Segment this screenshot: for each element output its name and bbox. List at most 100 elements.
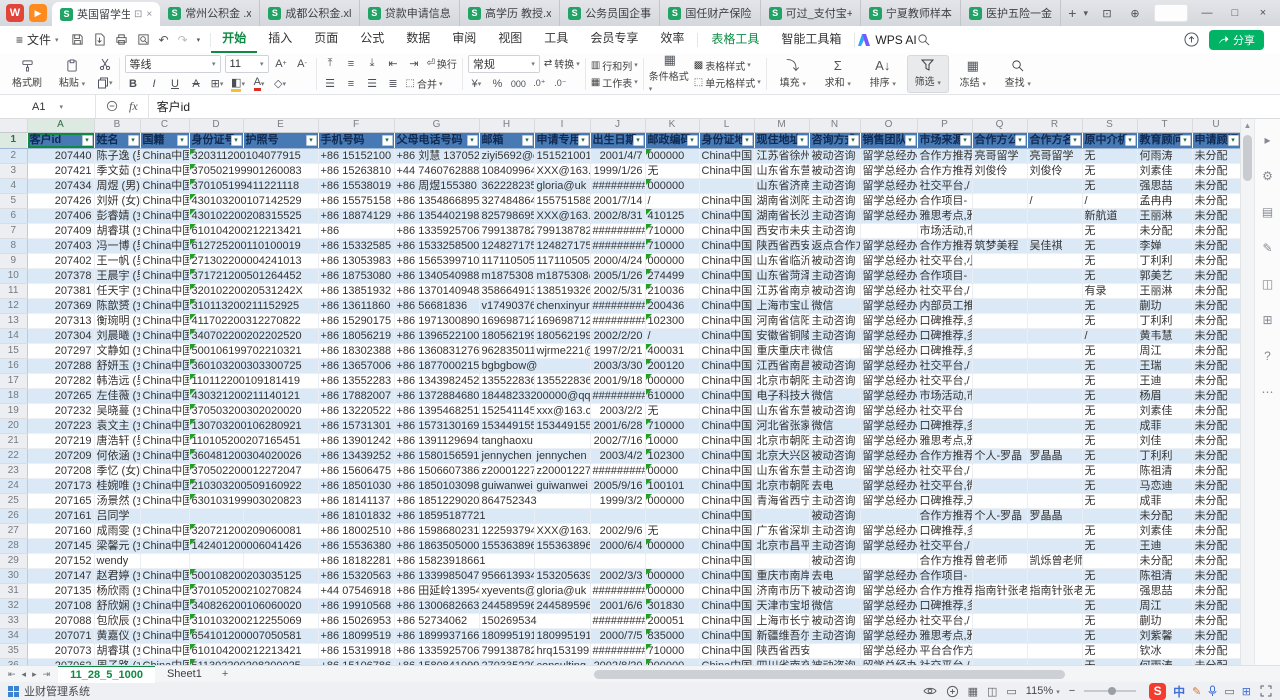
cell[interactable]: m1875308@ bbox=[479, 268, 534, 283]
menu-tab-会员专享[interactable]: 会员专享 bbox=[579, 26, 649, 53]
document-tab[interactable]: S常州公积金 .xlsx bbox=[160, 0, 260, 26]
sheet-tab-11_28_5_1000[interactable]: 11_28_5_1000 bbox=[58, 666, 155, 683]
cell[interactable]: 无 bbox=[645, 523, 699, 538]
cell[interactable]: 被动咨询 bbox=[809, 448, 860, 463]
cell[interactable]: 杨欣雨 (女 bbox=[94, 583, 140, 598]
cell[interactable]: +86 19910568 bbox=[318, 598, 394, 613]
row-number-17[interactable]: 17 bbox=[0, 373, 27, 388]
cell[interactable]: 社交平台,/ bbox=[917, 178, 972, 193]
cell[interactable]: 320311200104077915 bbox=[189, 148, 318, 163]
cell[interactable]: 未分配 bbox=[1192, 148, 1240, 163]
cell[interactable]: +86 1863505000 bbox=[394, 538, 479, 553]
cell[interactable]: 无 bbox=[1082, 463, 1137, 478]
cell[interactable]: 未分配 bbox=[1192, 208, 1240, 223]
cell[interactable]: China中国 bbox=[140, 178, 189, 193]
cell[interactable]: 130703200106280921 bbox=[189, 418, 318, 433]
cell[interactable]: 王一帆 (男 bbox=[94, 253, 140, 268]
row-number-1[interactable]: 1 bbox=[0, 132, 27, 148]
cell[interactable]: 2000/7/5 bbox=[590, 628, 645, 643]
cell[interactable]: 未分配 bbox=[1192, 178, 1240, 193]
cell[interactable]: XXX@163.c bbox=[534, 163, 590, 178]
cell[interactable]: 王瑞 bbox=[1137, 358, 1192, 373]
cell[interactable]: China中国 bbox=[140, 343, 189, 358]
cell[interactable]: China中国 bbox=[699, 658, 754, 665]
filter-dropdown-icon[interactable]: ▾ bbox=[1015, 135, 1026, 146]
cell[interactable]: 207440 bbox=[27, 148, 94, 163]
cell[interactable]: 留学总经办 bbox=[860, 328, 917, 343]
cell[interactable] bbox=[972, 358, 1027, 373]
cell[interactable]: 612725200110100019 bbox=[189, 238, 318, 253]
cell[interactable]: +86 18501030 bbox=[318, 478, 394, 493]
cell[interactable]: China中国 bbox=[140, 538, 189, 553]
document-tab[interactable]: S公务员国企事业单… bbox=[560, 0, 660, 26]
cell[interactable]: 207173 bbox=[27, 478, 94, 493]
cell[interactable]: 未分配 bbox=[1192, 418, 1240, 433]
cell[interactable]: +86 1565399710 bbox=[394, 253, 479, 268]
cell[interactable]: 未分配 bbox=[1137, 508, 1192, 523]
menu-tab-公式[interactable]: 公式 bbox=[349, 26, 395, 53]
cell[interactable] bbox=[1027, 433, 1082, 448]
cell[interactable]: 社交平台,/ bbox=[917, 463, 972, 478]
cell[interactable]: z20001227 bbox=[479, 463, 534, 478]
cell[interactable]: 主动咨询 bbox=[809, 193, 860, 208]
cell[interactable]: China中国 bbox=[140, 193, 189, 208]
cell[interactable] bbox=[972, 538, 1027, 553]
cell[interactable]: 刘晨曦 (女 bbox=[94, 328, 140, 343]
row-number-23[interactable]: 23 bbox=[0, 463, 27, 478]
cell[interactable] bbox=[972, 598, 1027, 613]
cell[interactable]: XXX@163.c bbox=[534, 208, 590, 223]
cell[interactable]: +86 1372884680 bbox=[394, 388, 479, 403]
cell[interactable]: 王丽淋 bbox=[1137, 283, 1192, 298]
column-header-M[interactable]: M bbox=[754, 119, 809, 132]
cell-style-button[interactable]: ⬚ 单元格样式 ▾ bbox=[694, 75, 761, 90]
cell[interactable]: v17490376 bbox=[479, 298, 534, 313]
cell[interactable] bbox=[1027, 223, 1082, 238]
header-cell-C[interactable]: 国籍▾ bbox=[140, 132, 189, 148]
cell[interactable]: 未分配 bbox=[1192, 403, 1240, 418]
filter-dropdown-icon[interactable]: ▾ bbox=[687, 135, 698, 146]
cell[interactable]: bgbgbow@ bbox=[479, 358, 590, 373]
cell[interactable]: 主动咨询 bbox=[809, 628, 860, 643]
cell[interactable] bbox=[243, 553, 318, 568]
cell[interactable]: 陕西省西安 bbox=[754, 238, 809, 253]
cell[interactable]: 654101200007050581 bbox=[189, 628, 318, 643]
cell[interactable]: 2005/1/26 bbox=[590, 268, 645, 283]
row-number-20[interactable]: 20 bbox=[0, 418, 27, 433]
row-number-8[interactable]: 8 bbox=[0, 238, 27, 253]
cell[interactable] bbox=[972, 298, 1027, 313]
cell[interactable]: ######### bbox=[590, 298, 645, 313]
grid-corner[interactable] bbox=[0, 119, 27, 132]
prev-sheet-icon[interactable]: ◂ bbox=[22, 669, 27, 680]
cell[interactable]: / bbox=[1027, 193, 1082, 208]
font-name-select[interactable]: 等线▾ bbox=[125, 55, 221, 73]
cell[interactable]: 留学总经办 bbox=[860, 613, 917, 628]
cell[interactable] bbox=[1027, 613, 1082, 628]
cell[interactable] bbox=[972, 418, 1027, 433]
cell[interactable]: 207381 bbox=[27, 283, 94, 298]
cell[interactable]: 无 bbox=[645, 403, 699, 418]
cell[interactable] bbox=[972, 328, 1027, 343]
cell[interactable]: 舒欣娴 (女 bbox=[94, 598, 140, 613]
cell[interactable]: 2001/6/28 bbox=[590, 418, 645, 433]
cell[interactable]: 无 bbox=[1082, 313, 1137, 328]
cell[interactable] bbox=[860, 553, 917, 568]
cell[interactable]: 207403 bbox=[27, 238, 94, 253]
cell[interactable]: 207406 bbox=[27, 208, 94, 223]
cell[interactable]: 无 bbox=[1082, 643, 1137, 658]
cell[interactable]: 151521001 bbox=[534, 148, 590, 163]
cell[interactable]: 凯烁曾老师 bbox=[1027, 553, 1082, 568]
cell[interactable]: +44 7460762888 bbox=[394, 163, 479, 178]
fill-color-button[interactable]: ◧▾ bbox=[230, 75, 247, 92]
cell[interactable]: China中国 bbox=[140, 253, 189, 268]
cell[interactable]: 169698712 bbox=[479, 313, 534, 328]
cell[interactable]: China中国 bbox=[699, 583, 754, 598]
cell[interactable]: 雅思考点,雅 bbox=[917, 433, 972, 448]
cell[interactable]: 未分配 bbox=[1192, 583, 1240, 598]
cell[interactable]: 864752343 bbox=[479, 493, 590, 508]
cell[interactable]: +44 07546918 bbox=[318, 583, 394, 598]
cell[interactable] bbox=[645, 553, 699, 568]
column-header-H[interactable]: H bbox=[479, 119, 534, 132]
cell[interactable]: 2001/7/14 bbox=[590, 193, 645, 208]
cell[interactable]: China中国 bbox=[140, 298, 189, 313]
cell[interactable]: 无 bbox=[1082, 478, 1137, 493]
